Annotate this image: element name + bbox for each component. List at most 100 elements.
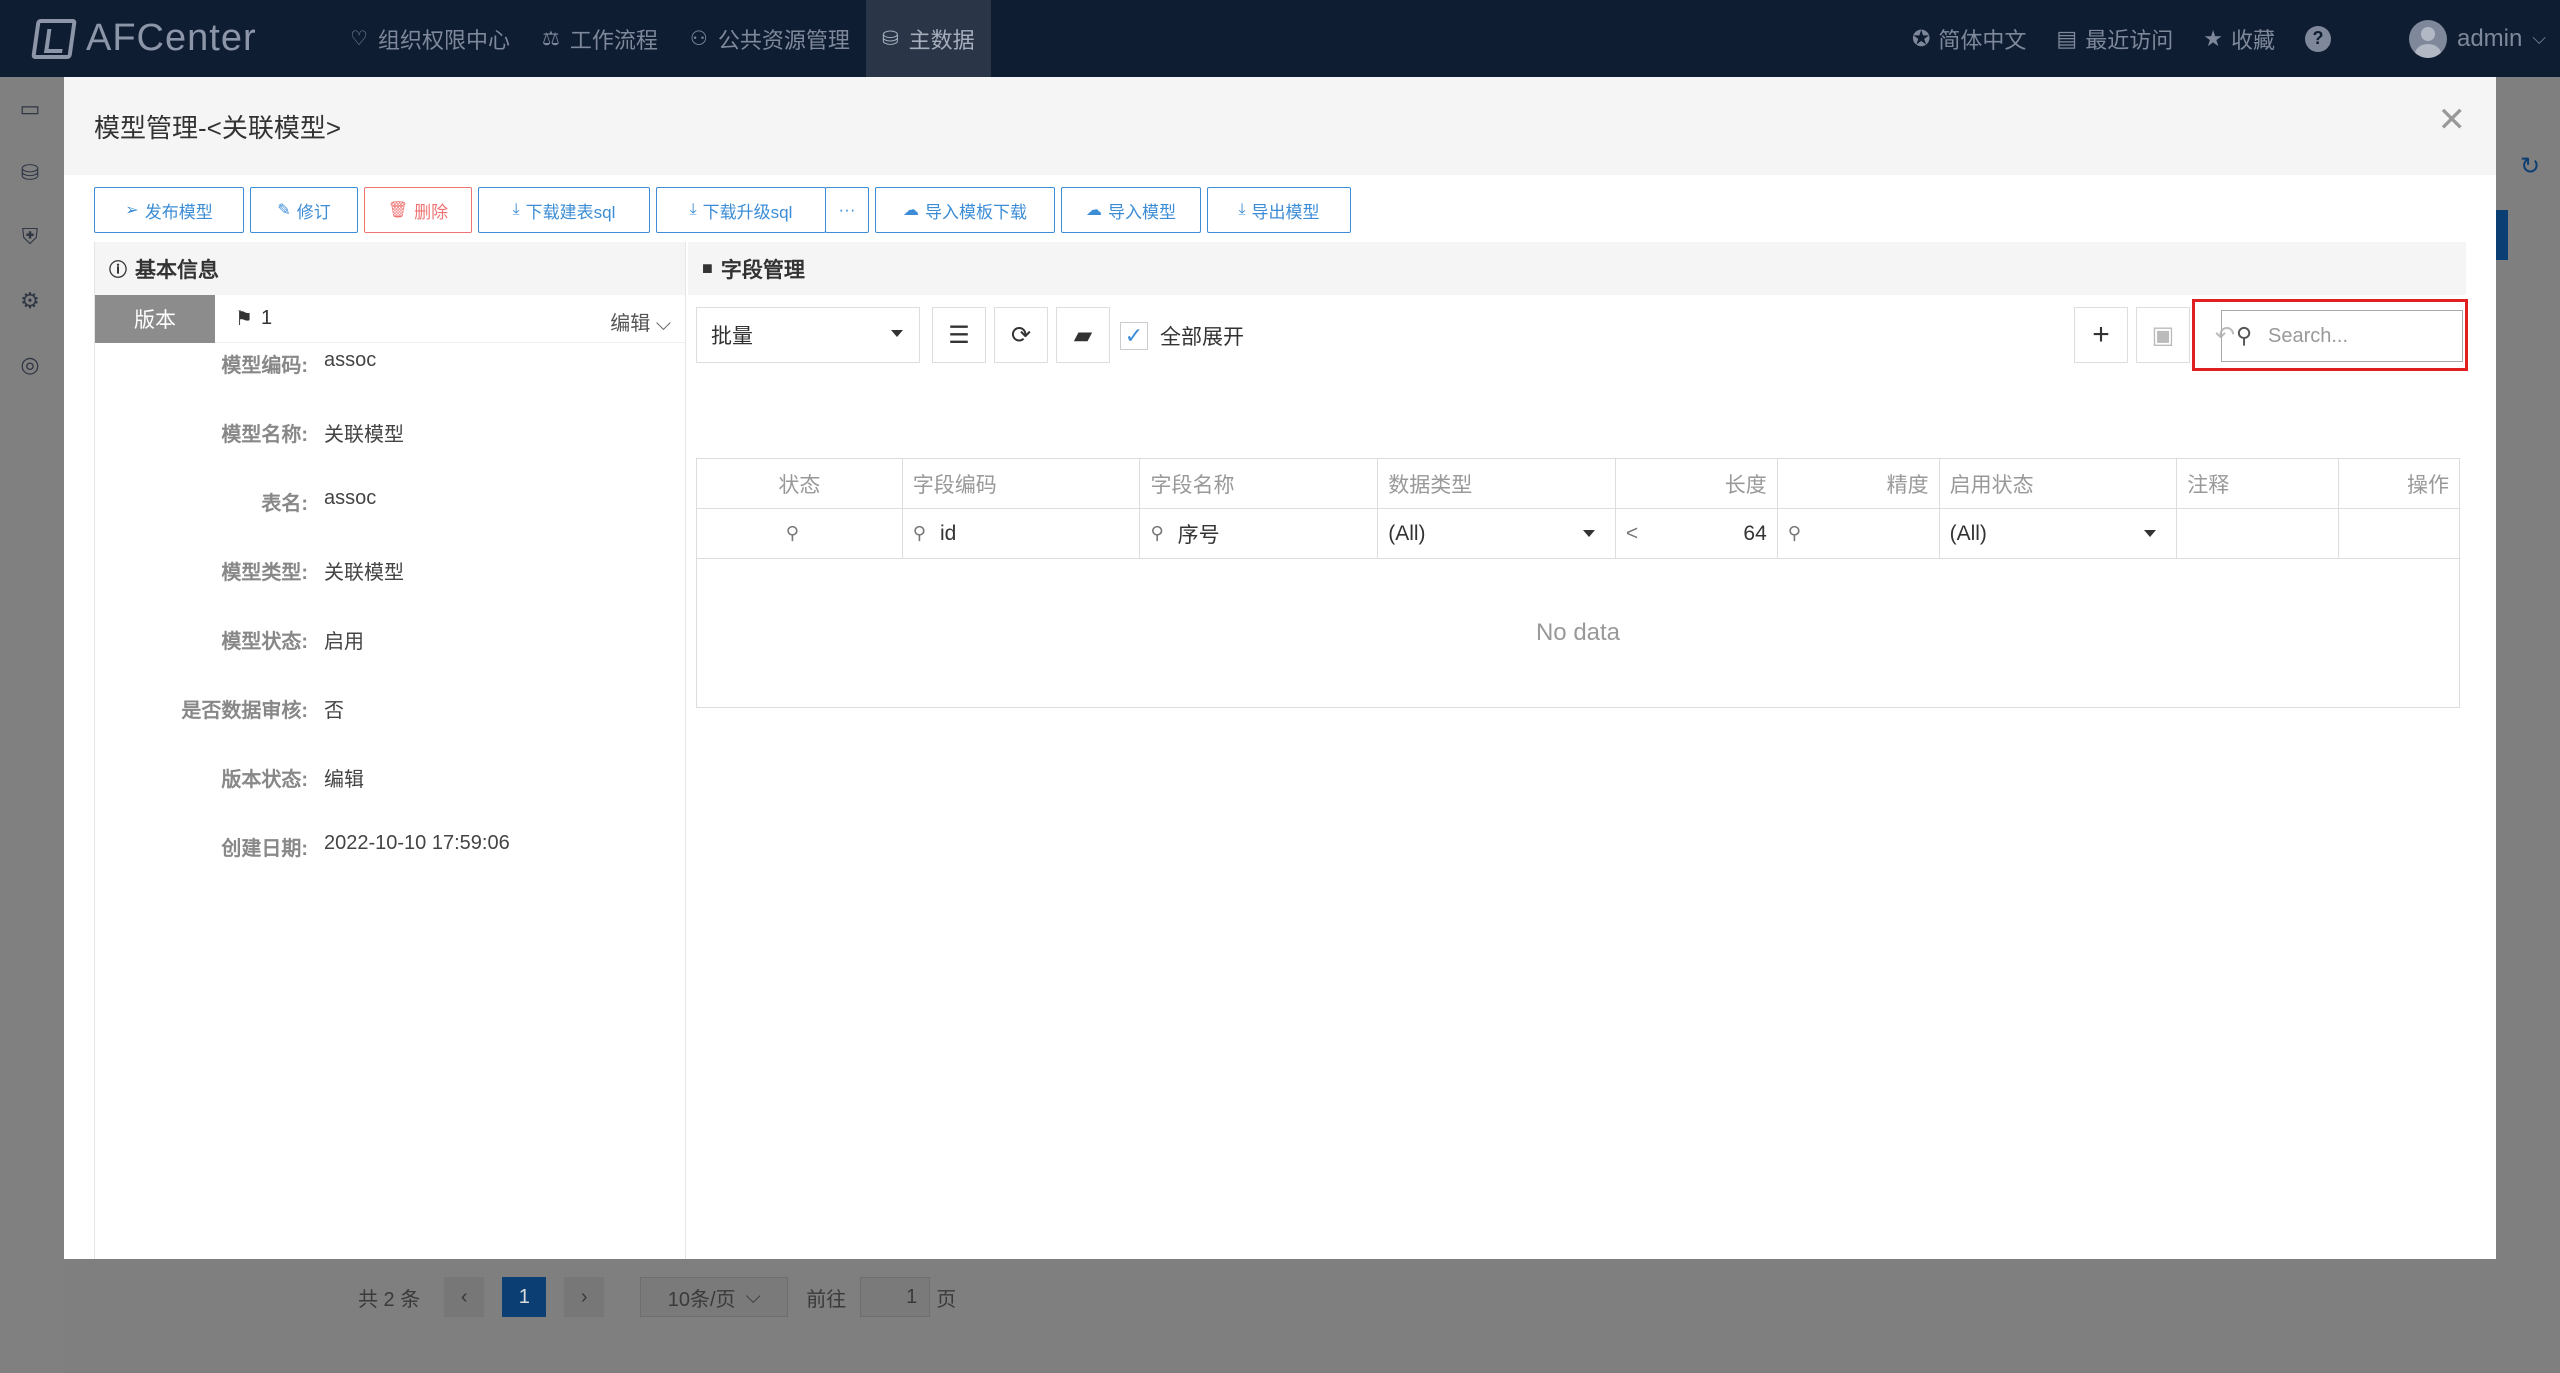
people-icon: ⚇ [689, 28, 708, 50]
info-value: 启用 [324, 631, 364, 653]
star-icon: ★ [2203, 25, 2223, 51]
column-header-precision[interactable]: 精度 [1778, 459, 1940, 508]
info-version-status: 版本状态: 编辑 [95, 763, 687, 792]
column-header-status[interactable]: 状态 [697, 459, 903, 508]
info-label: 版本状态: [221, 769, 308, 791]
search-icon: ⚲ [2236, 323, 2253, 348]
goto-page-input[interactable]: 1 [860, 1277, 931, 1317]
filter-length[interactable]: < 64 [1616, 509, 1778, 558]
nav-item-label: 主数据 [908, 27, 975, 53]
sync-button[interactable]: ⟳ [994, 307, 1048, 363]
security-icon[interactable]: ◎ [16, 351, 44, 379]
import-model-button[interactable]: ☁ 导入模型 [1061, 187, 1201, 233]
background-accent [2496, 210, 2508, 260]
cloud-upload-icon: ☁ [903, 202, 919, 219]
version-edit-label: 编辑 [610, 313, 651, 335]
nav-item-workflow[interactable]: ⚖ 工作流程 [526, 0, 674, 77]
export-model-button[interactable]: ⤓ 导出模型 [1207, 187, 1351, 233]
filter-status[interactable]: ⚲ [697, 509, 903, 558]
pagination-prev-button[interactable]: ‹ [444, 1277, 485, 1317]
help-icon[interactable]: ? [2304, 25, 2331, 52]
save-button[interactable]: ▣ [2136, 307, 2190, 363]
add-field-button[interactable]: + [2074, 307, 2128, 363]
left-sidebar: ▭ ⛁ ⛨ ⚙ ◎ [0, 77, 64, 1373]
pagination-next-button[interactable]: › [564, 1277, 605, 1317]
download-create-sql-button[interactable]: ⤓ 下载建表sql [478, 187, 650, 233]
favorites[interactable]: ★ 收藏 [2203, 23, 2275, 55]
settings-icon[interactable]: ⚙ [16, 287, 44, 315]
more-options-button[interactable]: ··· [825, 187, 869, 233]
grid-header-row: 状态 字段编码 字段名称 数据类型 长度 精度 启用状态 注释 操作 [697, 459, 2459, 509]
info-value: assoc [324, 487, 377, 509]
list-order-button[interactable]: ☰ [932, 307, 986, 363]
column-header-actions[interactable]: 操作 [2339, 459, 2459, 508]
expand-all-checkbox[interactable]: ✓ 全部展开 [1120, 321, 1244, 351]
filter-field-code[interactable]: ⚲ id [903, 509, 1141, 558]
user-menu[interactable]: admin ⌵ [2408, 19, 2546, 58]
main-nav: ♡ 组织权限中心 ⚖ 工作流程 ⚇ 公共资源管理 ⛁ 主数据 [334, 0, 991, 77]
pagination-current-page[interactable]: 1 [502, 1277, 547, 1317]
chevron-down-icon: ⌵ [655, 313, 671, 335]
publish-model-button[interactable]: ➢ 发布模型 [94, 187, 244, 233]
open-folder-button[interactable]: ▰ [1056, 307, 1110, 363]
recent-label: 最近访问 [2085, 27, 2174, 53]
wallet-icon[interactable]: ▭ [16, 95, 44, 123]
more-options-label: ··· [838, 200, 856, 219]
search-field[interactable]: ⚲ [2221, 310, 2463, 362]
scale-icon: ⚖ [541, 28, 560, 50]
goto-label: 前往 [806, 1288, 847, 1311]
user-name: admin [2456, 24, 2523, 52]
shield-icon[interactable]: ⛨ [16, 223, 44, 251]
revise-button[interactable]: ✎ 修订 [250, 187, 358, 233]
filter-enable-status[interactable]: (All) [1940, 509, 2178, 558]
pagination-total: 共 2 条 [358, 1288, 421, 1311]
info-model-type: 模型类型: 关联模型 [95, 556, 687, 585]
delete-button[interactable]: 🗑 删除 [364, 187, 472, 233]
nav-item-org-permissions[interactable]: ♡ 组织权限中心 [334, 0, 526, 77]
column-header-field-code[interactable]: 字段编码 [903, 459, 1141, 508]
app-logo[interactable]: AFCenter [31, 17, 334, 60]
column-header-length[interactable]: 长度 [1616, 459, 1778, 508]
info-label: 模型编码: [221, 355, 308, 377]
filter-length-value: 64 [1743, 521, 1767, 545]
info-label: 模型名称: [221, 424, 308, 446]
search-icon: ⚲ [1787, 523, 1801, 543]
import-template-download-button[interactable]: ☁ 导入模板下载 [875, 187, 1055, 233]
language-switch[interactable]: ✪ 简体中文 [1912, 23, 2026, 55]
import-model-label: 导入模型 [1108, 202, 1176, 222]
column-header-data-type[interactable]: 数据类型 [1378, 459, 1616, 508]
column-header-field-name[interactable]: 字段名称 [1140, 459, 1379, 508]
recent-visits[interactable]: ▤ 最近访问 [2056, 23, 2173, 55]
page-size-select[interactable]: 10条/页 ⌵ [640, 1277, 789, 1317]
filter-field-name[interactable]: ⚲ 序号 [1140, 509, 1379, 558]
modal-toolbar: ➢ 发布模型 ✎ 修订 🗑 删除 ⤓ 下载建表sql ⤓ 下载升级sql ···… [94, 187, 1357, 233]
info-data-audit: 是否数据审核: 否 [95, 694, 687, 723]
nav-item-public-resources[interactable]: ⚇ 公共资源管理 [674, 0, 866, 77]
modal-title: 模型管理-<关联模型> [94, 112, 342, 143]
download-icon: ⤓ [512, 201, 520, 218]
filter-enable-status-value: (All) [1949, 521, 1987, 545]
version-tag[interactable]: 版本 [95, 294, 215, 343]
close-icon[interactable]: ✕ [2438, 103, 2467, 137]
search-input[interactable] [2268, 324, 2438, 348]
column-header-comment[interactable]: 注释 [2177, 459, 2340, 508]
search-highlight: ⚲ [2192, 299, 2468, 371]
filter-precision[interactable]: ⚲ [1778, 509, 1940, 558]
model-management-modal: 模型管理-<关联模型> ✕ ➢ 发布模型 ✎ 修订 🗑 删除 ⤓ 下载建表sql… [64, 77, 2496, 1259]
caret-down-icon [2144, 530, 2157, 537]
video-icon: ■ [702, 258, 713, 278]
folder-open-icon: ▰ [1073, 321, 1093, 349]
publish-model-label: 发布模型 [144, 202, 213, 222]
version-edit-dropdown[interactable]: 编辑 ⌵ [610, 307, 671, 336]
basic-info-panel: ⓘ 基本信息 版本 ⚑ 1 编辑 ⌵ 模型编码: assoc 模型名称: 关联模… [94, 242, 686, 1259]
download-upgrade-sql-button[interactable]: ⤓ 下载升级sql [656, 187, 826, 233]
batch-select[interactable]: 批量 [696, 307, 920, 363]
column-header-enable-status[interactable]: 启用状态 [1940, 459, 2178, 508]
nav-item-label: 公共资源管理 [717, 27, 850, 53]
import-template-download-label: 导入模板下载 [925, 202, 1027, 222]
filter-data-type[interactable]: (All) [1378, 509, 1616, 558]
nav-item-master-data[interactable]: ⛁ 主数据 [865, 0, 991, 77]
filter-length-operator[interactable]: < [1626, 522, 1638, 546]
field-management-heading: ■ 字段管理 [688, 242, 2466, 295]
database-stack-icon[interactable]: ⛁ [16, 159, 44, 187]
